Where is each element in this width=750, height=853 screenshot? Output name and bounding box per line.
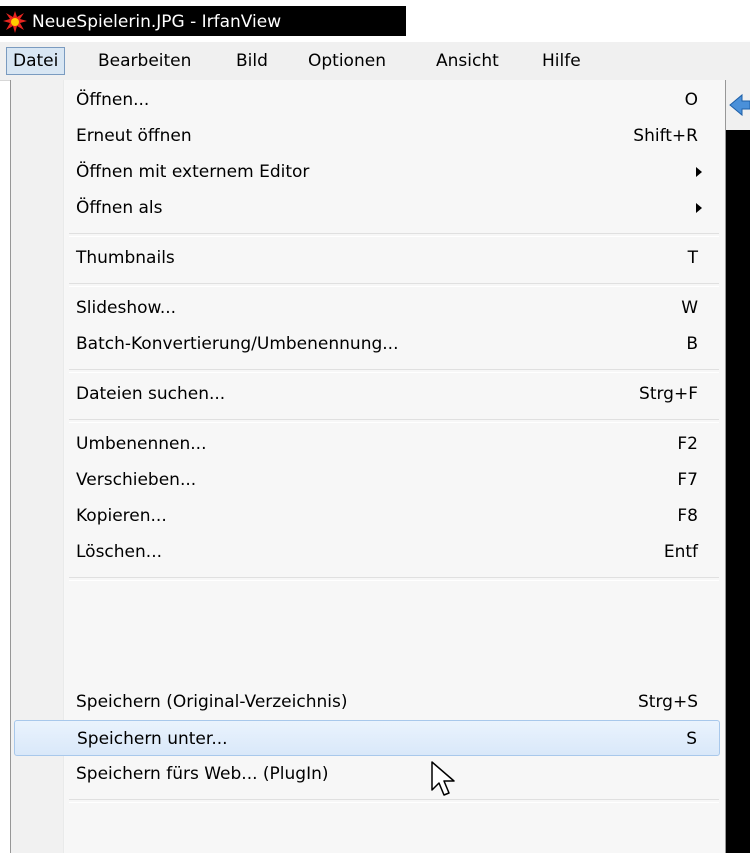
menu-item-oeffnen-als[interactable]: Öffnen als xyxy=(14,190,720,226)
blue-arrow-left-icon[interactable] xyxy=(728,92,750,118)
menu-item-slideshow[interactable]: Slideshow... W xyxy=(14,290,720,326)
menu-separator xyxy=(69,233,719,237)
menu-item-label: Erneut öffnen xyxy=(76,126,192,146)
menu-item-label: Speichern unter... xyxy=(77,729,228,749)
menu-item-oeffnen-mit-externem-editor[interactable]: Öffnen mit externem Editor xyxy=(14,154,720,190)
menu-item-speichern-original[interactable]: Speichern (Original-Verzeichnis) Strg+S xyxy=(14,684,720,720)
menu-item-loeschen[interactable]: Löschen... Entf xyxy=(14,534,720,570)
menu-item-shortcut: F8 xyxy=(677,506,698,526)
menu-item-label: Thumbnails xyxy=(76,248,175,268)
screen: NeueSpielerin.JPG - IrfanView Datei Bear… xyxy=(0,0,750,853)
menu-item-label: Slideshow... xyxy=(76,298,177,318)
menu-item-umbenennen[interactable]: Umbenennen... F2 xyxy=(14,426,720,462)
menu-separator xyxy=(69,799,719,803)
menu-item-thumbnails[interactable]: Thumbnails T xyxy=(14,240,720,276)
menu-item-shortcut: O xyxy=(684,90,698,110)
menu-item-label: Verschieben... xyxy=(76,470,197,490)
window-title: NeueSpielerin.JPG - IrfanView xyxy=(32,12,282,32)
menu-item-speichern-fuers-web[interactable]: Speichern fürs Web... (PlugIn) xyxy=(14,756,720,792)
mouse-pointer-icon xyxy=(431,761,455,796)
menu-item-batch-konvertierung[interactable]: Batch-Konvertierung/Umbenennung... B xyxy=(14,326,720,362)
menu-item-label: Öffnen mit externem Editor xyxy=(76,162,310,182)
menu-separator xyxy=(69,369,719,373)
menu-item-label: Öffnen als xyxy=(76,198,163,218)
menu-datei[interactable]: Datei xyxy=(6,47,66,75)
menu-item-shortcut: Entf xyxy=(663,542,698,562)
triangle-right-icon xyxy=(696,203,702,213)
menu-ansicht[interactable]: Ansicht xyxy=(430,48,505,74)
irfanview-cat-icon[interactable] xyxy=(2,9,28,35)
menu-separator xyxy=(69,419,719,423)
menu-bearbeiten[interactable]: Bearbeiten xyxy=(92,48,197,74)
menu-item-oeffnen[interactable]: Öffnen... O xyxy=(14,82,720,118)
menu-item-verschieben[interactable]: Verschieben... F7 xyxy=(14,462,720,498)
menu-item-label: Kopieren... xyxy=(76,506,167,526)
triangle-right-icon xyxy=(696,167,702,177)
menu-item-speichern-unter[interactable]: Speichern unter... S xyxy=(14,720,720,756)
menu-hilfe[interactable]: Hilfe xyxy=(536,48,587,74)
menu-item-label: Batch-Konvertierung/Umbenennung... xyxy=(76,334,399,354)
datei-dropdown-menu: Öffnen... O Erneut öffnen Shift+R Öffnen… xyxy=(10,80,726,853)
menu-item-label: Speichern (Original-Verzeichnis) xyxy=(76,692,348,712)
menu-bar: Datei Bearbeiten Bild Optionen Ansicht H… xyxy=(0,42,750,81)
menu-item-shortcut: F2 xyxy=(677,434,698,454)
menu-item-label: Löschen... xyxy=(76,542,162,562)
menu-item-shortcut: Strg+S xyxy=(638,692,698,712)
menu-item-label: Dateien suchen... xyxy=(76,384,226,404)
menu-item-kopieren[interactable]: Kopieren... F8 xyxy=(14,498,720,534)
menu-item-shortcut: B xyxy=(686,334,698,354)
image-viewport xyxy=(724,80,750,853)
menu-separator xyxy=(69,283,719,287)
menu-optionen[interactable]: Optionen xyxy=(302,48,392,74)
menu-item-shortcut: W xyxy=(681,298,698,318)
menu-item-label: Umbenennen... xyxy=(76,434,207,454)
menu-item-label: Öffnen... xyxy=(76,90,150,110)
menu-separator xyxy=(69,577,719,581)
menu-item-shortcut: F7 xyxy=(677,470,698,490)
menu-item-dateien-suchen[interactable]: Dateien suchen... Strg+F xyxy=(14,376,720,412)
menu-item-shortcut: S xyxy=(686,729,697,749)
menu-item-shortcut: Shift+R xyxy=(633,126,698,146)
menu-item-label: Speichern fürs Web... (PlugIn) xyxy=(76,764,329,784)
menu-item-erneut-oeffnen[interactable]: Erneut öffnen Shift+R xyxy=(14,118,720,154)
menu-bild[interactable]: Bild xyxy=(230,48,274,74)
title-bar: NeueSpielerin.JPG - IrfanView xyxy=(0,0,750,42)
menu-item-shortcut: T xyxy=(687,248,698,268)
menu-item-shortcut: Strg+F xyxy=(639,384,698,404)
